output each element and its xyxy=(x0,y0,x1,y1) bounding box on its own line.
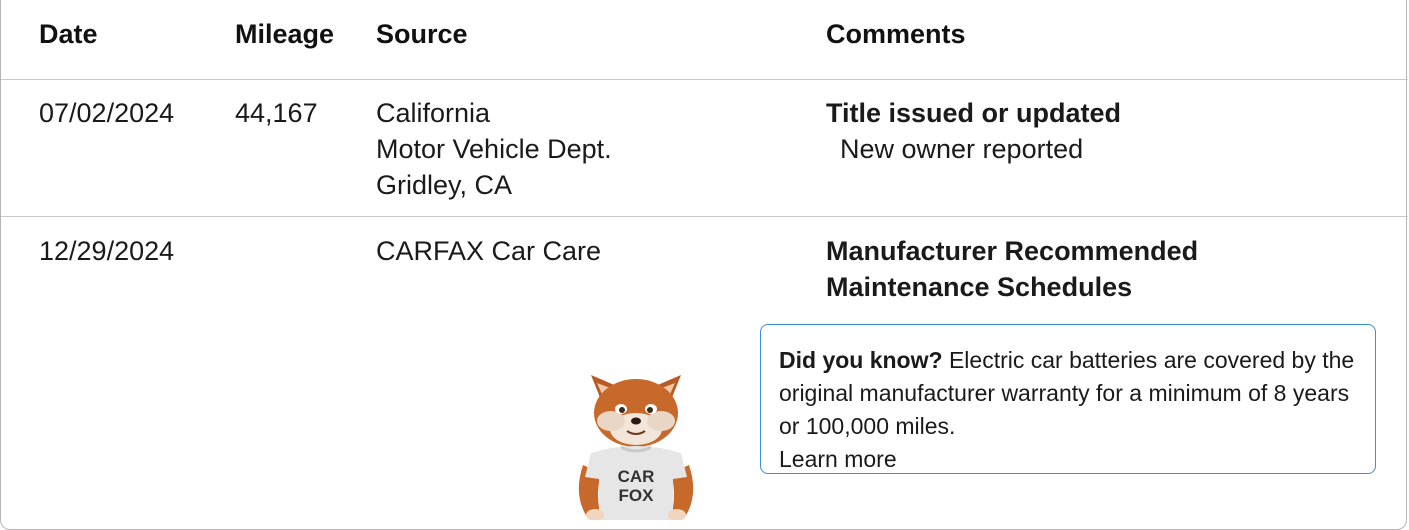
vehicle-history-table: Date Mileage Source Comments 07/02/2024 … xyxy=(0,0,1408,530)
row-divider xyxy=(1,216,1408,217)
carfox-mascot-image: CAR FOX xyxy=(561,355,711,521)
row1-source-line: California xyxy=(376,98,491,128)
shirt-text-car: CAR xyxy=(618,467,655,486)
row2-source-line: CARFAX Car Care xyxy=(376,236,602,266)
row1-comment-detail: New owner reported xyxy=(840,134,1084,164)
fox-illustration-icon: CAR FOX xyxy=(578,375,694,521)
shirt-text-fox: FOX xyxy=(619,486,655,505)
row1-source-line: Gridley, CA xyxy=(376,170,513,200)
row2-date: 12/29/2024 xyxy=(39,236,175,266)
column-header-mileage: Mileage xyxy=(235,19,335,49)
row1-comment-title: Title issued or updated xyxy=(826,98,1122,128)
row1-source-line: Motor Vehicle Dept. xyxy=(376,134,612,164)
row1-mileage: 44,167 xyxy=(235,98,318,128)
row1-source: California Motor Vehicle Dept. Gridley, … xyxy=(376,95,612,203)
row2-comment-title-line: Manufacturer Recommended xyxy=(826,236,1199,266)
row2-source: CARFAX Car Care xyxy=(376,233,601,269)
column-header-source: Source xyxy=(376,19,468,49)
row1-comments: Title issued or updated New owner report… xyxy=(826,95,1121,167)
did-you-know-callout: Did you know? Electric car batteries are… xyxy=(760,324,1376,474)
column-header-date: Date xyxy=(39,19,98,49)
header-divider xyxy=(1,79,1408,80)
row1-date: 07/02/2024 xyxy=(39,98,175,128)
did-you-know-heading: Did you know? xyxy=(779,347,943,373)
row2-comment-title-line: Maintenance Schedules xyxy=(826,272,1133,302)
column-header-comments: Comments xyxy=(826,19,966,49)
learn-more-link[interactable]: Learn more xyxy=(779,446,897,472)
row2-comments: Manufacturer Recommended Maintenance Sch… xyxy=(826,233,1198,305)
